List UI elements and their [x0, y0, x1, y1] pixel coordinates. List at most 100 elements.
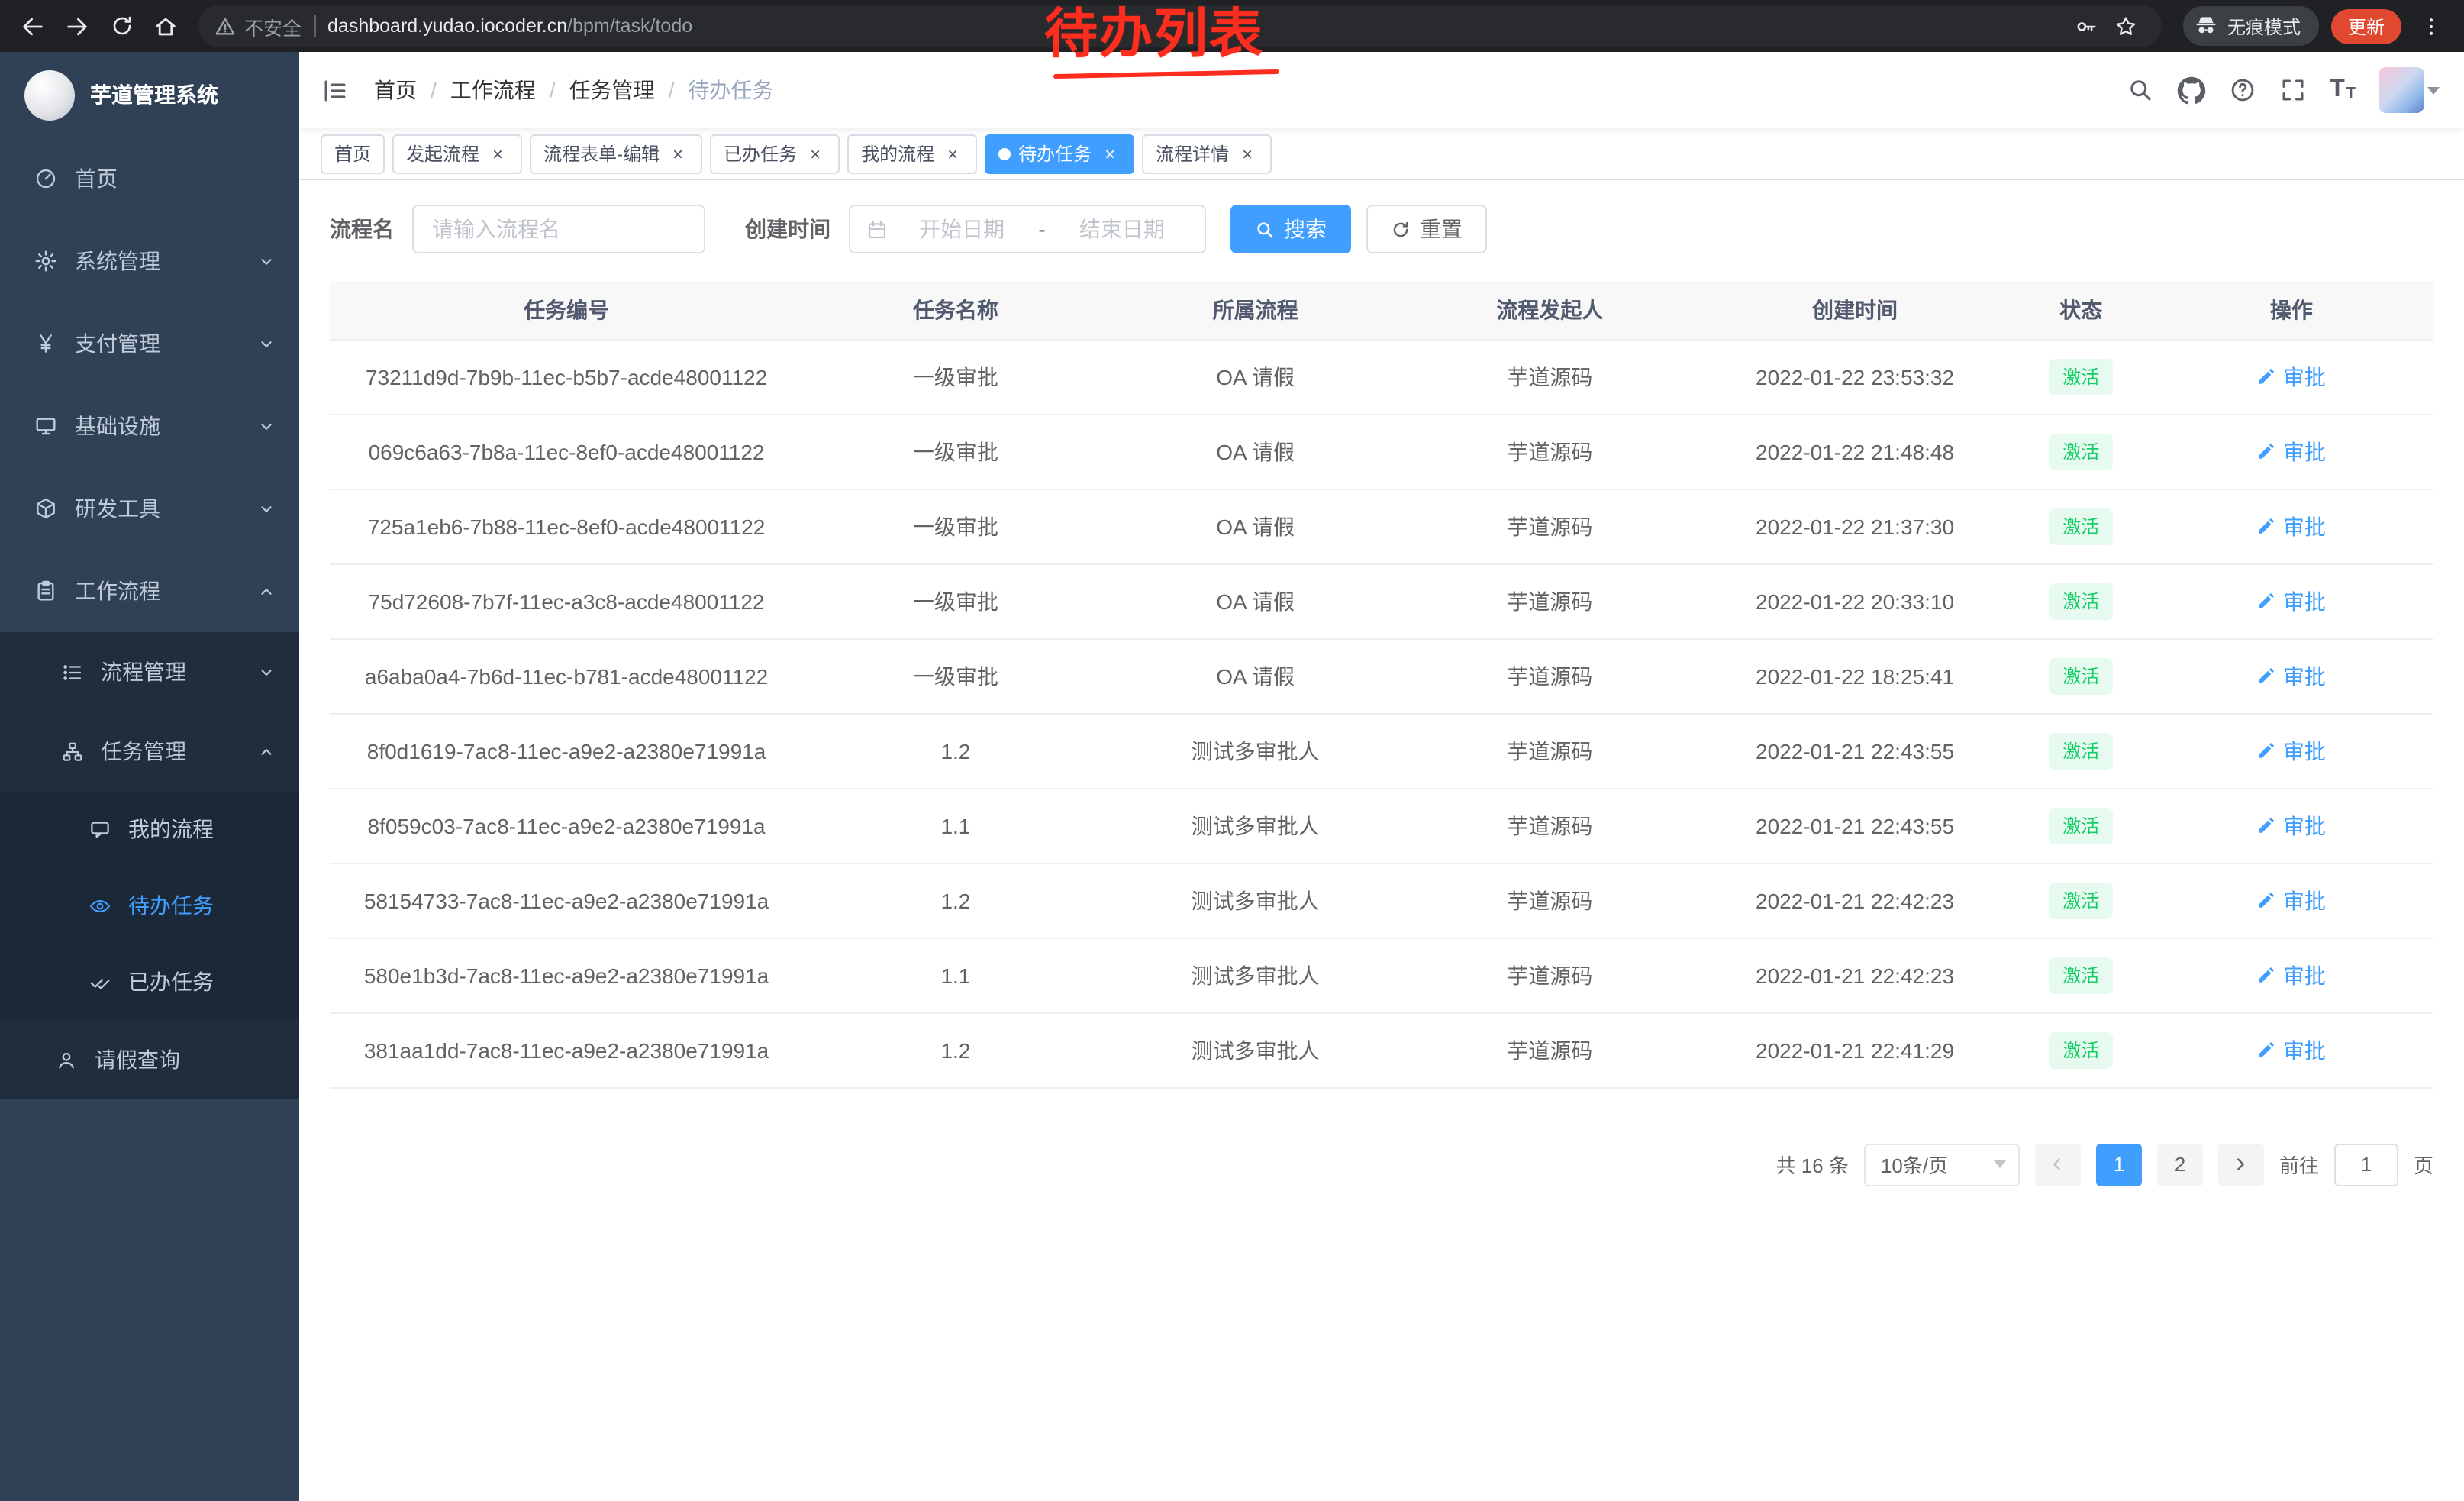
box-icon [34, 496, 58, 521]
prev-page-button[interactable] [2035, 1143, 2081, 1186]
sidebar-item-payment-management[interactable]: 支付管理 [0, 302, 299, 385]
back-icon [20, 13, 46, 39]
tab-my-processes[interactable]: 我的流程 [847, 134, 977, 173]
key-icon [2074, 13, 2100, 39]
approve-link[interactable]: 审批 [2257, 511, 2326, 541]
sidebar-item-workflow[interactable]: 工作流程 [0, 550, 299, 632]
sidebar-collapse-button[interactable] [321, 76, 350, 105]
url-path: /bpm/task/todo [567, 15, 692, 37]
approve-link[interactable]: 审批 [2257, 436, 2326, 466]
close-icon[interactable] [942, 143, 963, 164]
close-icon[interactable] [1099, 143, 1121, 164]
tab-todo-tasks[interactable]: 待办任务 [985, 134, 1134, 173]
edit-icon [2257, 1040, 2277, 1060]
column-header-task-name: 任务名称 [803, 281, 1108, 339]
breadcrumb: 首页 / 工作流程 / 任务管理 / 待办任务 [374, 75, 773, 105]
close-icon[interactable] [805, 143, 826, 164]
search-button[interactable]: 搜索 [1230, 205, 1351, 253]
tab-process-detail[interactable]: 流程详情 [1142, 134, 1272, 173]
close-icon[interactable] [667, 143, 689, 164]
close-icon[interactable] [1237, 143, 1258, 164]
header-search-button[interactable] [2127, 76, 2154, 104]
sidebar-item-label: 研发工具 [75, 493, 160, 524]
cell-task-name: 1.1 [803, 788, 1108, 863]
search-icon [2127, 76, 2154, 104]
browser-update-button[interactable]: 更新 [2331, 8, 2401, 44]
warning-icon [214, 15, 237, 37]
bookmark-star-button[interactable] [2107, 6, 2146, 46]
reset-button[interactable]: 重置 [1366, 205, 1487, 253]
sidebar-item-my-processes[interactable]: 我的流程 [0, 791, 299, 867]
github-link-button[interactable] [2177, 76, 2206, 105]
sidebar-item-process-management[interactable]: 流程管理 [0, 632, 299, 712]
todo-task-table: 任务编号 任务名称 所属流程 流程发起人 创建时间 状态 操作 73211d9d… [330, 281, 2433, 1088]
browser-forward-button[interactable] [56, 5, 98, 47]
approve-link[interactable]: 审批 [2257, 1035, 2326, 1065]
approve-link[interactable]: 审批 [2257, 361, 2326, 392]
tags-view-bar: 首页 发起流程 流程表单-编辑 已办任务 我的流程 [299, 128, 2464, 180]
cell-created: 2022-01-21 22:42:23 [1697, 938, 2012, 1012]
create-time-range-picker[interactable]: 开始日期 - 结束日期 [849, 205, 1206, 253]
goto-page-input[interactable] [2334, 1143, 2398, 1186]
tab-label: 流程详情 [1156, 140, 1229, 166]
sidebar-item-system-management[interactable]: 系统管理 [0, 220, 299, 302]
edit-icon [2257, 366, 2277, 386]
next-page-button[interactable] [2218, 1143, 2264, 1186]
tab-process-form-edit[interactable]: 流程表单-编辑 [530, 134, 702, 173]
tab-start-process[interactable]: 发起流程 [392, 134, 522, 173]
incognito-label: 无痕模式 [2227, 13, 2301, 39]
cell-initiator: 芋道源码 [1403, 938, 1698, 1012]
start-date-placeholder: 开始日期 [895, 214, 1029, 244]
breadcrumb-item-task-management[interactable]: 任务管理 [569, 75, 655, 105]
table-row: 381aa1dd-7ac8-11ec-a9e2-a2380e71991a 1.2… [330, 1012, 2433, 1087]
approve-link[interactable]: 审批 [2257, 810, 2326, 841]
approve-link[interactable]: 审批 [2257, 885, 2326, 915]
reset-button-label: 重置 [1420, 214, 1463, 244]
help-button[interactable] [2229, 76, 2256, 104]
sidebar-item-dev-tools[interactable]: 研发工具 [0, 467, 299, 550]
goto-label: 前往 [2279, 1150, 2319, 1179]
list-icon [61, 660, 84, 683]
sidebar-item-label: 我的流程 [128, 814, 214, 844]
tab-home[interactable]: 首页 [321, 134, 385, 173]
password-key-button[interactable] [2067, 6, 2107, 46]
page-size-select[interactable]: 10条/页 [1864, 1143, 2020, 1186]
incognito-icon [2194, 14, 2218, 38]
browser-home-button[interactable] [145, 5, 186, 47]
browser-back-button[interactable] [12, 5, 53, 47]
browser-reload-button[interactable] [101, 5, 142, 47]
tab-done-tasks[interactable]: 已办任务 [710, 134, 840, 173]
sidebar-item-infrastructure[interactable]: 基础设施 [0, 385, 299, 467]
approve-link[interactable]: 审批 [2257, 735, 2326, 766]
incognito-badge[interactable]: 无痕模式 [2183, 6, 2319, 46]
breadcrumb-separator: / [431, 78, 437, 102]
approve-link[interactable]: 审批 [2257, 660, 2326, 691]
user-menu[interactable] [2379, 67, 2440, 113]
page-button-1[interactable]: 1 [2096, 1143, 2142, 1186]
edit-icon [2257, 741, 2277, 760]
approve-link[interactable]: 审批 [2257, 586, 2326, 616]
table-header-row: 任务编号 任务名称 所属流程 流程发起人 创建时间 状态 操作 [330, 281, 2433, 339]
approve-link[interactable]: 审批 [2257, 960, 2326, 990]
sidebar-item-leave-query[interactable]: 请假查询 [0, 1020, 299, 1099]
cell-initiator: 芋道源码 [1403, 713, 1698, 788]
sidebar-item-done-tasks[interactable]: 已办任务 [0, 944, 299, 1020]
sidebar-item-todo-tasks[interactable]: 待办任务 [0, 867, 299, 944]
sidebar-item-home[interactable]: 首页 [0, 137, 299, 220]
cell-task-name: 1.2 [803, 713, 1108, 788]
breadcrumb-item-home[interactable]: 首页 [374, 75, 417, 105]
cell-task-id: 73211d9d-7b9b-11ec-b5b7-acde48001122 [330, 339, 803, 414]
fullscreen-button[interactable] [2279, 76, 2307, 104]
close-icon[interactable] [487, 143, 508, 164]
cell-task-id: 381aa1dd-7ac8-11ec-a9e2-a2380e71991a [330, 1012, 803, 1087]
tab-label: 我的流程 [861, 140, 934, 166]
process-name-input[interactable] [412, 205, 705, 253]
font-size-button[interactable] [2330, 78, 2356, 102]
annotation-title: 待办列表 [1044, 6, 1264, 65]
user-avatar [2379, 67, 2424, 113]
sidebar-item-task-management[interactable]: 任务管理 [0, 712, 299, 791]
browser-menu-button[interactable] [2411, 5, 2452, 47]
breadcrumb-item-workflow[interactable]: 工作流程 [450, 75, 536, 105]
page-button-2[interactable]: 2 [2157, 1143, 2203, 1186]
cell-created: 2022-01-22 21:37:30 [1697, 489, 2012, 563]
